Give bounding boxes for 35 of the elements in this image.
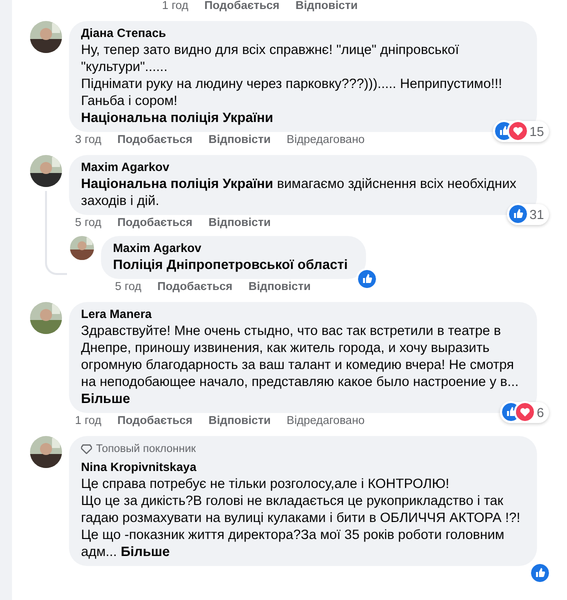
timestamp[interactable]: 5 год (115, 279, 142, 297)
thumbs-up-icon (531, 564, 549, 582)
diamond-icon (81, 444, 92, 454)
see-more-link[interactable]: Більше (120, 544, 170, 558)
reaction-summary[interactable]: 31 (506, 204, 549, 225)
author-name[interactable]: Maxim Agarkov (81, 160, 525, 175)
thumbs-up-icon (358, 270, 376, 288)
see-more-link[interactable]: Більше (81, 391, 130, 406)
timestamp[interactable]: 1 год (75, 413, 102, 431)
reaction-summary[interactable]: 6 (500, 402, 549, 423)
reply-link[interactable]: Відповісти (208, 413, 271, 431)
author-name[interactable]: Maxim Agarkov (113, 241, 348, 256)
fan-label: Топовый поклонник (96, 442, 196, 457)
like-link[interactable]: Подобається (117, 215, 193, 233)
comment-text: Поліція Дніпропетровської області (113, 256, 348, 273)
reply-link[interactable]: Відповісти (248, 279, 311, 297)
like-link[interactable]: Подобається (117, 132, 193, 150)
reaction-summary[interactable]: 15 (492, 120, 549, 142)
reply-link[interactable]: Відповісти (208, 132, 271, 150)
like-link[interactable]: Подобається (157, 279, 233, 297)
reply-link[interactable]: Відповісти (296, 0, 358, 16)
author-name[interactable]: Lera Manera (81, 307, 525, 322)
reaction-summary[interactable] (356, 269, 378, 289)
edited-label: Відредаговано (286, 133, 365, 148)
like-link[interactable]: Подобається (117, 413, 193, 431)
timestamp[interactable]: 3 год (75, 132, 102, 150)
thumbs-up-icon (508, 205, 527, 224)
comment-text: Це справа потребує не тільки розголосу,але і КОНТРОЛЮ! Що це за дикість?В голові не вкладається це рукоприкладство і так гадаю розмахувати на вулиці кулаками і бити в ОБЛИЧЧЯ АКТОРА !?!Це що -показник життя директора?За мої 35 років роботи головним адм... Більше (81, 474, 522, 560)
reply-link[interactable]: Відповісти (208, 215, 271, 233)
edited-label: Відредаговано (286, 414, 365, 430)
author-name[interactable]: Nina Kropivnitskaya (81, 460, 525, 474)
timestamp[interactable]: 5 год (75, 215, 102, 233)
like-link[interactable]: Подобається (204, 0, 280, 16)
timestamp[interactable]: 1 год (162, 0, 188, 16)
author-name[interactable]: Діана Степась (81, 26, 525, 41)
